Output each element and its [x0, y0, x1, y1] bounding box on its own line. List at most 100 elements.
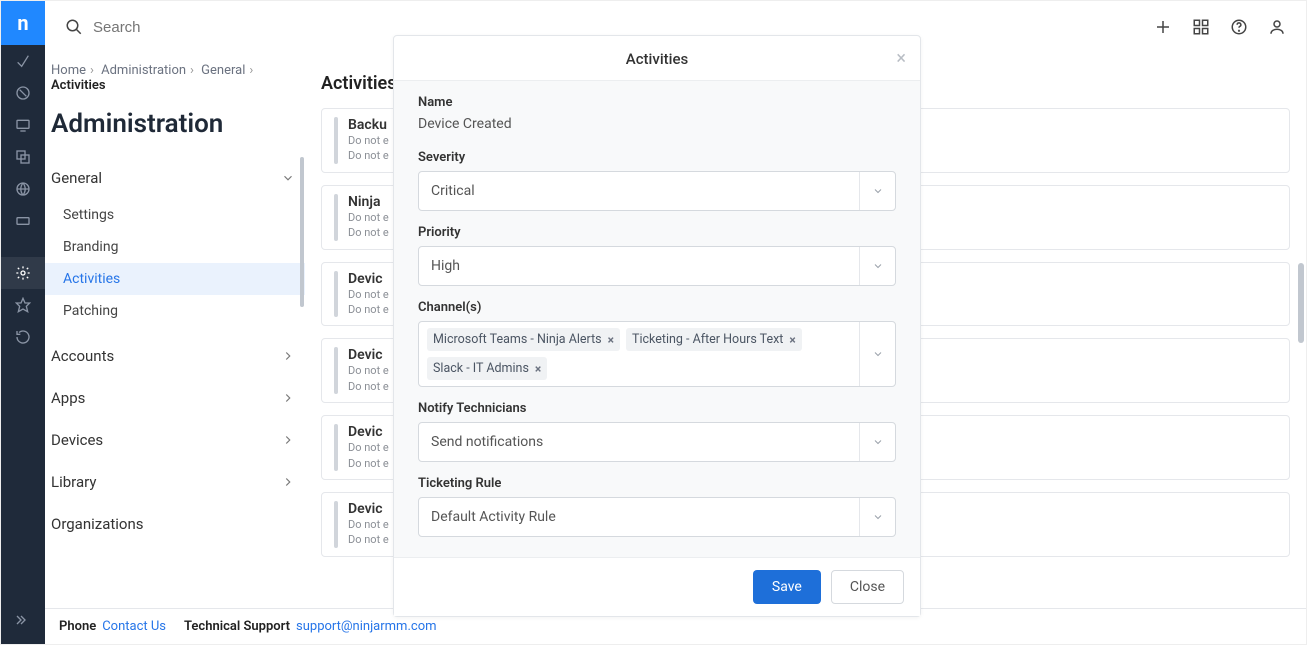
chevron-right-icon	[281, 475, 295, 489]
sidebar-section-label: Apps	[51, 389, 85, 407]
field-label-severity: Severity	[418, 150, 896, 165]
sidebar-item-patching[interactable]: Patching	[45, 295, 305, 327]
compass-icon[interactable]	[1, 77, 45, 109]
channel-tag: Ticketing - After Hours Text ×	[626, 328, 802, 351]
globe-icon[interactable]	[1, 173, 45, 205]
activity-subtext: Do not e	[348, 379, 389, 394]
close-icon[interactable]: ×	[896, 48, 906, 69]
drag-handle-icon[interactable]	[334, 194, 338, 241]
tag-label: Slack - IT Admins	[433, 361, 529, 376]
brand-logo[interactable]: n	[1, 1, 45, 45]
modal-title: Activities	[626, 50, 688, 68]
drag-handle-icon[interactable]	[334, 117, 338, 164]
sidebar-section-library[interactable]: Library	[45, 461, 305, 503]
channel-tag: Microsoft Teams - Ninja Alerts ×	[427, 328, 620, 351]
chevron-down-icon	[859, 172, 895, 210]
chevron-down-icon	[859, 498, 895, 536]
breadcrumb-item[interactable]: Administration	[101, 63, 186, 78]
activity-title: Backu	[348, 117, 389, 133]
drag-handle-icon[interactable]	[334, 501, 338, 548]
activity-subtext: Do not e	[348, 287, 389, 302]
activity-title: Ninja	[348, 194, 389, 210]
chevron-down-icon	[281, 171, 295, 185]
sidebar-section-apps[interactable]: Apps	[45, 377, 305, 419]
breadcrumb-item[interactable]: General	[201, 63, 245, 78]
sidebar-section-label: Devices	[51, 431, 103, 449]
history-icon[interactable]	[1, 321, 45, 353]
footer-tech-label: Technical Support	[184, 619, 290, 634]
sidebar-section-label: Organizations	[51, 515, 144, 533]
support-email-link[interactable]: support@ninjarmm.com	[296, 619, 437, 634]
sidebar-section-organizations[interactable]: Organizations	[45, 503, 305, 545]
channels-select[interactable]: Microsoft Teams - Ninja Alerts × Ticketi…	[418, 321, 896, 387]
drag-handle-icon[interactable]	[334, 424, 338, 471]
layers-icon[interactable]	[1, 141, 45, 173]
sidebar-item-activities[interactable]: Activities	[45, 263, 305, 295]
channel-tag: Slack - IT Admins ×	[427, 357, 547, 380]
field-label-priority: Priority	[418, 225, 896, 240]
footer-phone-label: Phone	[59, 619, 96, 634]
star-icon[interactable]	[1, 289, 45, 321]
breadcrumb: Home› Administration› General› Activitie…	[45, 53, 305, 99]
activity-title: Devic	[348, 271, 389, 287]
search-input[interactable]	[93, 19, 293, 36]
chevron-down-icon	[859, 322, 895, 386]
sidebar-item-branding[interactable]: Branding	[45, 231, 305, 263]
activity-title: Devic	[348, 424, 389, 440]
activity-subtext: Do not e	[348, 133, 389, 148]
chevron-right-icon	[281, 349, 295, 363]
tag-remove-icon[interactable]: ×	[535, 362, 541, 376]
expand-rail-icon[interactable]	[1, 604, 45, 636]
select-value: Default Activity Rule	[431, 509, 556, 525]
drag-handle-icon[interactable]	[334, 347, 338, 394]
sidebar-item-settings[interactable]: Settings	[45, 199, 305, 231]
add-icon[interactable]	[1154, 18, 1172, 36]
sidebar-section-devices[interactable]: Devices	[45, 419, 305, 461]
breadcrumb-item[interactable]: Home	[51, 63, 86, 78]
activity-subtext: Do not e	[348, 225, 389, 240]
save-button[interactable]: Save	[753, 570, 821, 604]
admin-sidebar: Home› Administration› General› Activitie…	[45, 53, 305, 608]
select-value: Send notifications	[431, 434, 543, 450]
ticketing-select[interactable]: Default Activity Rule	[418, 497, 896, 537]
breadcrumb-current: Activities	[51, 78, 106, 93]
notify-select[interactable]: Send notifications	[418, 422, 896, 462]
content-scrollbar[interactable]	[1296, 103, 1304, 598]
tag-label: Ticketing - After Hours Text	[632, 332, 783, 347]
chevron-down-icon	[859, 247, 895, 285]
activity-subtext: Do not e	[348, 532, 389, 547]
chevron-right-icon	[281, 433, 295, 447]
ticket-icon[interactable]	[1, 205, 45, 237]
chevron-right-icon	[281, 391, 295, 405]
severity-select[interactable]: Critical	[418, 171, 896, 211]
tag-remove-icon[interactable]: ×	[789, 333, 795, 347]
activity-subtext: Do not e	[348, 517, 389, 532]
select-value: Critical	[431, 183, 475, 199]
sidebar-section-label: Accounts	[51, 347, 114, 365]
field-label-notify: Notify Technicians	[418, 401, 896, 416]
apps-grid-icon[interactable]	[1192, 18, 1210, 36]
tag-label: Microsoft Teams - Ninja Alerts	[433, 332, 602, 347]
select-value: High	[431, 258, 460, 274]
rocket-icon[interactable]	[1, 45, 45, 77]
monitor-icon[interactable]	[1, 109, 45, 141]
activity-subtext: Do not e	[348, 440, 389, 455]
user-icon[interactable]	[1268, 18, 1286, 36]
sidebar-section-label: Library	[51, 473, 96, 491]
help-icon[interactable]	[1230, 18, 1248, 36]
field-value-name: Device Created	[418, 116, 896, 136]
drag-handle-icon[interactable]	[334, 271, 338, 318]
sidebar-section-accounts[interactable]: Accounts	[45, 335, 305, 377]
gear-icon[interactable]	[1, 257, 45, 289]
field-label-ticketing: Ticketing Rule	[418, 476, 896, 491]
activity-subtext: Do not e	[348, 302, 389, 317]
activities-modal: Activities × Name Device Created Severit…	[393, 35, 921, 617]
contact-us-link[interactable]: Contact Us	[102, 619, 166, 634]
search-icon[interactable]	[65, 18, 83, 36]
tag-remove-icon[interactable]: ×	[608, 333, 614, 347]
chevron-down-icon	[859, 423, 895, 461]
priority-select[interactable]: High	[418, 246, 896, 286]
sidebar-section-general[interactable]: General	[45, 157, 305, 199]
activity-title: Devic	[348, 501, 389, 517]
close-button[interactable]: Close	[831, 570, 904, 604]
